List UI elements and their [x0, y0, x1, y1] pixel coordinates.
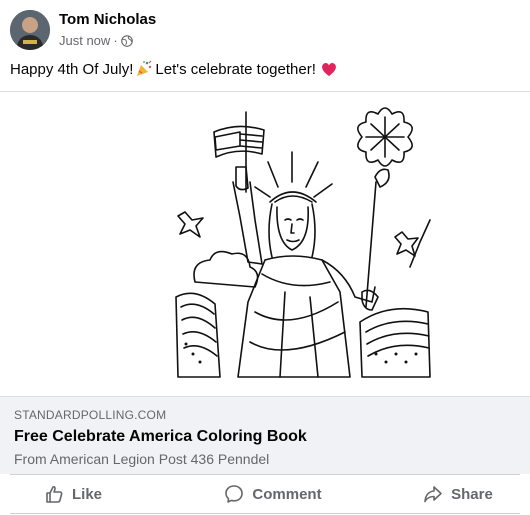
link-title[interactable]: Free Celebrate America Coloring Book: [14, 428, 307, 446]
thumbs-up-icon: [46, 485, 63, 503]
post-message-part2: Let's celebrate together!: [155, 60, 316, 78]
red-heart-icon: [320, 60, 338, 78]
share-button[interactable]: Share: [398, 475, 518, 513]
globe-icon[interactable]: [120, 34, 133, 47]
post-header: Tom Nicholas Just now ·: [0, 0, 530, 58]
comment-bubble-icon: [225, 485, 244, 503]
like-label: Like: [71, 485, 102, 503]
link-preview[interactable]: STANDARDPOLLING.COM Free Celebrate Ameri…: [0, 396, 530, 474]
statue-of-liberty-coloring-illustration: [175, 107, 431, 378]
post-meta: Just now ·: [59, 33, 133, 48]
meta-separator: ·: [113, 33, 118, 48]
author-avatar[interactable]: [10, 10, 50, 50]
link-description[interactable]: From American Legion Post 436 Penndel: [14, 451, 269, 467]
comment-button[interactable]: Comment: [198, 475, 348, 513]
party-popper-icon: [135, 60, 153, 78]
post-message: Happy 4th Of July! Let's celebrate toget…: [10, 60, 340, 78]
link-domain[interactable]: STANDARDPOLLING.COM: [14, 408, 166, 422]
post-image[interactable]: [0, 91, 530, 397]
post-action-bar: Like Comment Share: [10, 474, 520, 514]
like-button[interactable]: Like: [10, 475, 136, 513]
author-name[interactable]: Tom Nicholas: [59, 11, 156, 28]
comment-label: Comment: [252, 485, 322, 503]
share-arrow-icon: [424, 486, 442, 503]
post-message-part1: Happy 4th Of July!: [10, 60, 134, 78]
timestamp[interactable]: Just now: [59, 33, 110, 48]
share-label: Share: [451, 485, 493, 503]
